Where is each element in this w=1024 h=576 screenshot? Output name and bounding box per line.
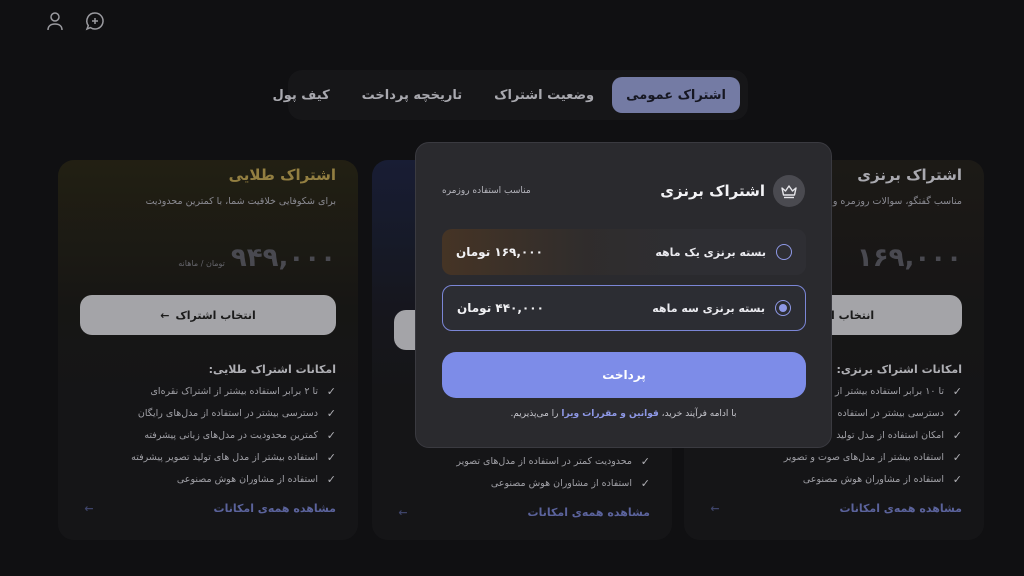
radio-button[interactable] — [776, 244, 792, 260]
terms-link[interactable]: قوانین و مقررات ویرا — [561, 409, 658, 419]
modal-title: اشتراک برنزی — [660, 182, 765, 200]
modal-subtitle: مناسب استفاده روزمره — [442, 186, 531, 196]
option-price: ۴۴۰,۰۰۰ تومان — [457, 301, 544, 315]
option-price: ۱۶۹,۰۰۰ تومان — [456, 245, 543, 259]
option-one-month[interactable]: بسته برنزی یک ماهه ۱۶۹,۰۰۰ تومان — [442, 229, 806, 275]
option-label: بسته برنزی سه ماهه — [652, 301, 765, 315]
option-three-month[interactable]: بسته برنزی سه ماهه ۴۴۰,۰۰۰ تومان — [442, 285, 806, 331]
option-label: بسته برنزی یک ماهه — [655, 245, 766, 259]
terms-notice: با ادامه فرآیند خرید، قوانین و مقررات وی… — [416, 409, 831, 419]
terms-prefix: با ادامه فرآیند خرید، — [661, 409, 737, 419]
pay-button[interactable]: پرداخت — [442, 352, 806, 398]
terms-suffix: را می‌پذیریم. — [510, 409, 559, 419]
purchase-modal: اشتراک برنزی مناسب استفاده روزمره بسته ب… — [415, 142, 832, 448]
crown-icon — [773, 175, 805, 207]
radio-button-selected[interactable] — [775, 300, 791, 316]
